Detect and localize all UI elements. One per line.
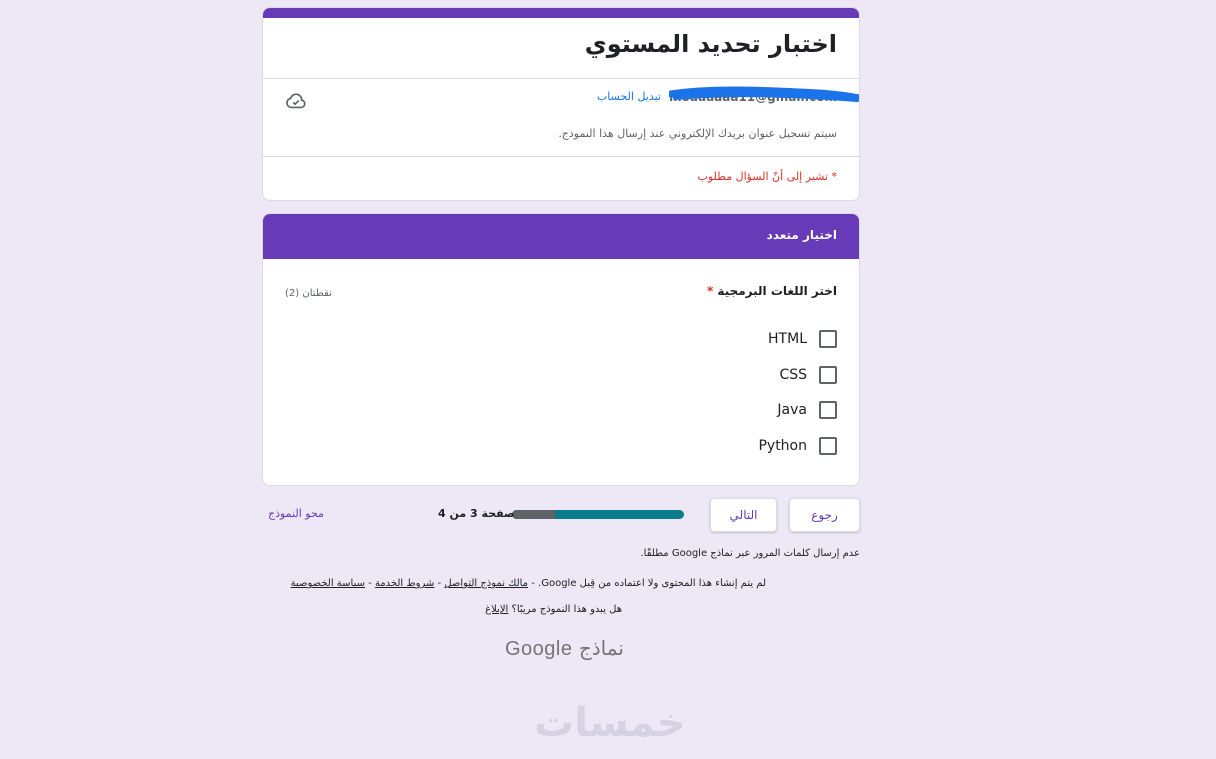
back-button[interactable]: رجوع	[789, 498, 860, 532]
option-python[interactable]: Python	[758, 436, 837, 456]
question-points: نقطتان (2)	[285, 288, 332, 299]
report-line: هل يبدو هذا النموذج مريبًا؟ الإبلاغ	[485, 604, 622, 615]
checkbox[interactable]	[819, 330, 837, 348]
disclaimer-text: لم يتم إنشاء هذا المحتوى ولا اعتماده من …	[538, 578, 766, 589]
owner-link[interactable]: مالك نموذج التواصل	[444, 578, 528, 589]
privacy-link[interactable]: سياسة الخصوصية	[291, 578, 365, 589]
question-text: اختر اللغات البرمجية	[717, 284, 837, 298]
header-accent-bar	[263, 8, 859, 18]
email-record-note: سيتم تسجيل عنوان بريدك الإلكتروني عند إر…	[558, 127, 837, 140]
form-title: اختبار تحديد المستوي	[584, 30, 837, 58]
email-redaction-scribble	[669, 86, 859, 102]
checkbox[interactable]	[819, 437, 837, 455]
header-divider-2	[263, 156, 859, 157]
cloud-saved-icon[interactable]	[285, 90, 307, 112]
progress-fill	[512, 510, 555, 519]
question-card: اختيار متعدد اختر اللغات البرمجية * نقطت…	[262, 213, 860, 486]
progress-bar	[512, 510, 684, 519]
option-label: CSS	[779, 367, 807, 383]
suspicious-text: هل يبدو هذا النموذج مريبًا؟	[511, 604, 622, 615]
google-forms-logo[interactable]: نماذج Google	[505, 636, 624, 661]
footer-links-line: لم يتم إنشاء هذا المحتوى ولا اعتماده من …	[290, 578, 766, 589]
report-link[interactable]: الإبلاغ	[485, 604, 508, 615]
header-divider	[263, 78, 859, 79]
watermark-logo: خمسات	[534, 700, 686, 746]
terms-link[interactable]: شروط الخدمة	[375, 578, 434, 589]
option-label: HTML	[768, 331, 807, 347]
checkbox[interactable]	[819, 401, 837, 419]
section-title: اختيار متعدد	[766, 228, 837, 242]
section-header: اختيار متعدد	[263, 214, 859, 259]
option-label: Java	[777, 402, 807, 418]
logo-google-text: Google	[505, 638, 573, 660]
password-warning: عدم إرسال كلمات المرور عبر نماذج Google …	[640, 548, 860, 559]
form-column: اختبار تحديد المستوي moaaaaaa11@gmail.co…	[262, 0, 860, 490]
option-css[interactable]: CSS	[779, 365, 837, 385]
clear-form-link[interactable]: محو النموذج	[268, 507, 324, 520]
required-note: * تشير إلى أنّ السؤال مطلوب	[697, 170, 837, 183]
option-label: Python	[758, 438, 807, 454]
checkbox[interactable]	[819, 366, 837, 384]
page-indicator: صفحة 3 من 4	[438, 507, 515, 520]
navigation-row: رجوع التالي صفحة 3 من 4 محو النموذج	[262, 498, 860, 532]
option-html[interactable]: HTML	[768, 329, 837, 349]
question-title: اختر اللغات البرمجية *	[707, 284, 837, 298]
form-header-card: اختبار تحديد المستوي moaaaaaa11@gmail.co…	[262, 7, 860, 201]
logo-forms-text: نماذج	[578, 636, 624, 660]
required-star: *	[706, 284, 714, 298]
option-java[interactable]: Java	[777, 400, 837, 420]
switch-account-link[interactable]: تبديل الحساب	[597, 90, 661, 103]
next-button[interactable]: التالي	[710, 498, 777, 532]
